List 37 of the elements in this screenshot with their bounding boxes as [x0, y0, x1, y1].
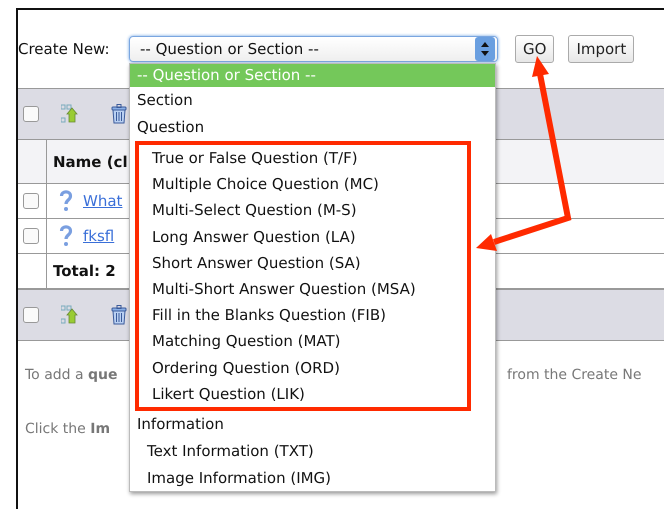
row-checkbox[interactable] [23, 193, 39, 209]
dropdown-option[interactable]: Ordering Question (ORD) [139, 354, 467, 381]
dropdown-option[interactable]: Image Information (IMG) [130, 464, 495, 492]
row-checkbox[interactable] [23, 228, 39, 244]
move-icon[interactable] [61, 104, 79, 124]
question-link[interactable]: fksfl [83, 227, 114, 245]
dropdown-option[interactable]: Question [130, 114, 495, 141]
dropdown-option[interactable]: Multi-Short Answer Question (MSA) [139, 276, 467, 302]
trash-icon[interactable] [111, 104, 127, 124]
question-link[interactable]: What [83, 192, 122, 210]
go-button[interactable]: GO [515, 35, 554, 63]
dropdown-option[interactable]: Short Answer Question (SA) [139, 250, 467, 276]
question-type-select[interactable]: -- Question or Section -- [129, 36, 498, 62]
dropdown-option[interactable]: True or False Question (T/F) [139, 145, 467, 172]
dropdown-option[interactable]: Multiple Choice Question (MC) [139, 171, 467, 198]
dropdown-option[interactable]: Information [130, 410, 495, 438]
name-column-header[interactable]: Name (cl [53, 152, 128, 170]
move-icon[interactable] [61, 305, 79, 325]
help-text: Click the Im [25, 421, 112, 439]
dropdown-option[interactable]: Text Information (TXT) [130, 438, 495, 465]
dropdown-option[interactable]: Long Answer Question (LA) [139, 224, 467, 250]
question-mark-icon [59, 225, 73, 247]
question-mark-icon [59, 190, 73, 212]
select-all-checkbox[interactable] [23, 307, 39, 323]
stepper-icon [475, 37, 495, 61]
help-text: from the Create Ne [507, 367, 642, 385]
help-text: To add a que [25, 367, 119, 385]
dropdown-option[interactable]: Multi-Select Question (M-S) [139, 197, 467, 224]
select-all-checkbox[interactable] [23, 106, 39, 122]
import-button[interactable]: Import [568, 35, 634, 63]
dropdown-option[interactable]: Section [130, 87, 495, 114]
create-new-label: Create New: [18, 40, 111, 58]
dropdown-option[interactable]: Fill in the Blanks Question (FIB) [139, 302, 467, 328]
dropdown-option[interactable]: Likert Question (LIK) [139, 380, 467, 407]
trash-icon[interactable] [111, 305, 127, 325]
dropdown-option[interactable]: Matching Question (MAT) [139, 328, 467, 354]
total-count: Total: 2 [53, 262, 116, 280]
